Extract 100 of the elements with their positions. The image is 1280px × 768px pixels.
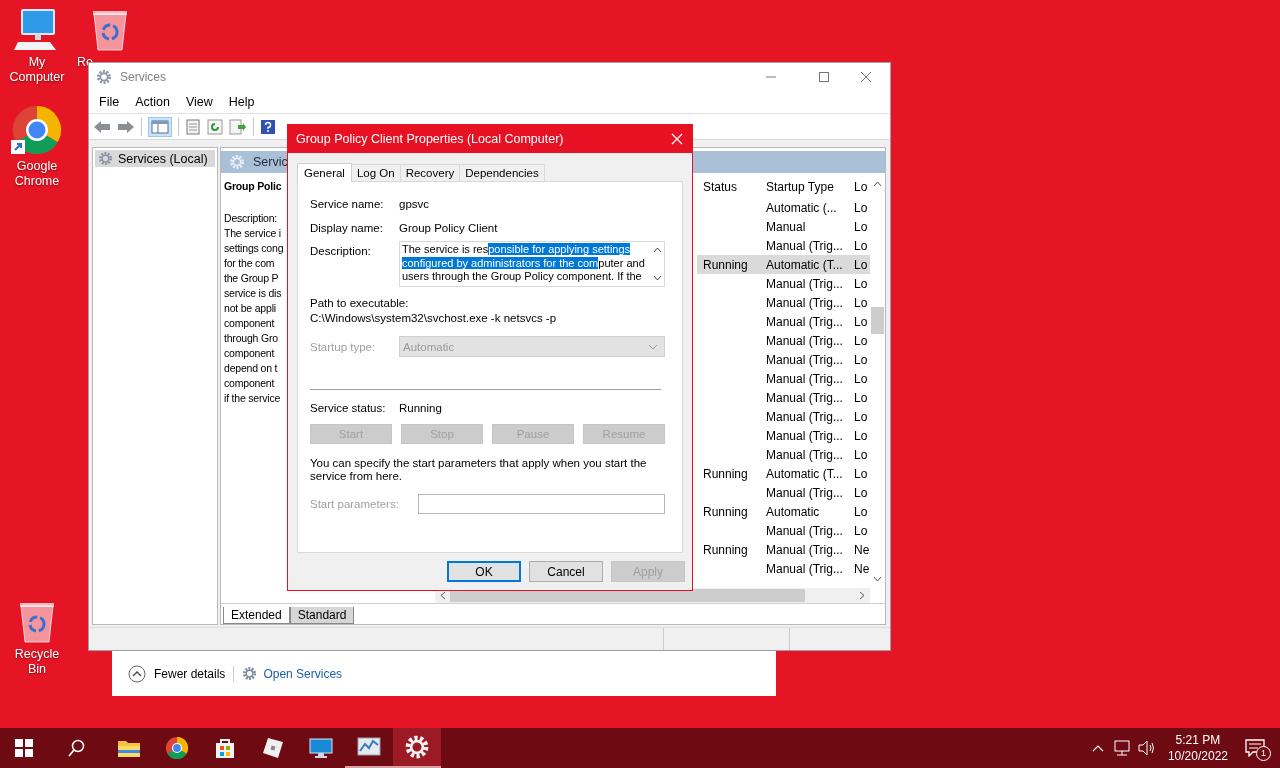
list-row[interactable]: Manual (Trig... Lo (697, 236, 870, 255)
fewer-details-button[interactable]: Fewer details (128, 664, 226, 683)
table-cell: Lo (854, 504, 868, 519)
monitor-icon[interactable] (309, 737, 333, 759)
field-label: Path to executable: (310, 297, 410, 309)
tree-item[interactable]: Services (Local) (95, 150, 215, 167)
export-icon[interactable] (229, 118, 247, 135)
dialog-button[interactable]: Cancel (529, 561, 603, 582)
table-cell: Manual (Trig... (766, 542, 843, 557)
gear-icon (229, 154, 245, 170)
scroll-down-icon[interactable] (652, 275, 662, 281)
recycle-bin-icon[interactable] (17, 600, 57, 644)
table-cell: Lo (854, 295, 868, 310)
view-tab[interactable]: Extended (223, 607, 290, 624)
field-label: Startup type: (310, 340, 377, 353)
list-row[interactable]: Manual (Trig... Lo (697, 293, 870, 312)
list-row[interactable]: Manual (Trig... Lo (697, 312, 870, 331)
list-row[interactable]: Running Manual (Trig... Ne (697, 540, 870, 559)
scroll-up-icon[interactable] (652, 247, 662, 253)
network-icon[interactable] (1113, 740, 1132, 756)
table-cell: Manual (Trig... (766, 428, 843, 443)
taskbar-button[interactable] (393, 728, 441, 768)
list-row[interactable]: Automatic (... Lo (697, 198, 870, 217)
back-arrow-icon[interactable] (93, 118, 111, 135)
chevron-up-icon[interactable] (1091, 744, 1104, 752)
volume-icon[interactable] (1137, 740, 1156, 756)
desktop-icon-label: My Computer (8, 55, 66, 85)
dialog-tab[interactable]: Recovery (399, 164, 461, 181)
description-line: service is dis (224, 286, 282, 301)
chart-window-icon[interactable] (356, 735, 382, 759)
menu-item[interactable]: File (93, 95, 126, 109)
list-row[interactable]: Manual (Trig... Lo (697, 521, 870, 540)
console-tree-toggle[interactable] (148, 116, 172, 137)
table-cell: Lo (854, 200, 868, 215)
description-line: for the com (224, 256, 275, 271)
menu-item[interactable]: View (179, 95, 219, 109)
scroll-right-icon[interactable] (859, 591, 865, 600)
table-cell: Lo (854, 523, 868, 538)
list-row[interactable]: Manual (Trig... Lo (697, 388, 870, 407)
list-row[interactable]: Manual (Trig... Lo (697, 445, 870, 464)
menu-item[interactable]: Help (222, 95, 261, 109)
column-header[interactable]: Lo (852, 180, 870, 194)
list-row[interactable]: Manual (Trig... Lo (697, 483, 870, 502)
scroll-thumb[interactable] (871, 307, 884, 334)
description-box[interactable]: The service is responsible for applying settings configured by administrators for the computer and users through the Group Policy component. If the (399, 241, 665, 287)
table-cell: Automatic (766, 504, 820, 519)
path-value: C:\Windows\system32\svchost.exe -k netsvcs -p (310, 312, 558, 324)
description-text: The service is responsible for applying settings configured by administrators for the computer and users through the Group Policy component. If the (401, 242, 646, 284)
start-icon[interactable] (15, 739, 33, 757)
description-line: component (224, 316, 275, 331)
forward-arrow-icon[interactable] (117, 118, 135, 135)
scroll-up-icon[interactable] (873, 181, 882, 187)
table-cell: Ne (854, 542, 870, 557)
notification-button[interactable]: 1 (1238, 728, 1272, 768)
help-icon[interactable] (260, 118, 276, 135)
column-header[interactable]: Startup Type (760, 180, 852, 194)
dialog-button[interactable]: OK (447, 561, 521, 582)
list-row[interactable]: Manual (Trig... Lo (697, 274, 870, 293)
refresh-icon[interactable] (207, 118, 223, 135)
view-tab[interactable]: Standard (289, 607, 355, 624)
desktop-icon-label: Recycle Bin (13, 647, 61, 677)
notification-icon (1245, 739, 1265, 757)
table-cell: Lo (854, 276, 868, 291)
list-row[interactable]: Manual (Trig... Lo (697, 331, 870, 350)
chrome-icon[interactable] (165, 736, 189, 760)
list-row[interactable]: Manual (Trig... Ne (697, 559, 870, 578)
maximize-icon[interactable] (818, 71, 830, 83)
list-row[interactable]: Manual (Trig... Lo (697, 407, 870, 426)
dialog-tab[interactable]: General (297, 163, 352, 182)
description-line: depend on t (224, 361, 278, 376)
table-cell: Manual (766, 219, 806, 234)
description-line: The service i (224, 226, 281, 241)
folder-icon[interactable] (117, 738, 141, 758)
store-bag-icon[interactable] (214, 737, 236, 759)
table-cell: Manual (Trig... (766, 561, 843, 576)
list-row[interactable]: Manual (Trig... Lo (697, 350, 870, 369)
list-row[interactable]: Running Automatic Lo (697, 502, 870, 521)
list-row[interactable]: Manual Lo (697, 217, 870, 236)
column-header[interactable]: Status (697, 180, 760, 194)
table-cell: Ne (854, 561, 870, 576)
recycle-bin-icon[interactable] (90, 8, 130, 52)
list-row[interactable]: Running Automatic (T... Lo (697, 464, 870, 483)
list-row[interactable]: Running Automatic (T... Lo (697, 255, 870, 274)
description-line: the Group P (224, 271, 279, 286)
search-icon[interactable] (68, 739, 86, 757)
menu-item[interactable]: Action (129, 95, 176, 109)
clock[interactable]: 5:21 PM 10/20/2022 (1167, 732, 1228, 764)
field-label: Service status: (310, 402, 387, 414)
list-row[interactable]: Manual (Trig... Lo (697, 369, 870, 388)
scroll-left-icon[interactable] (440, 591, 446, 600)
table-cell: Lo (854, 238, 868, 253)
dialog-tab[interactable]: Dependencies (459, 164, 545, 181)
dialog-tab[interactable]: Log On (350, 164, 401, 181)
close-icon[interactable] (860, 71, 872, 83)
scroll-down-icon[interactable] (873, 576, 882, 582)
notification-badge: 1 (1256, 746, 1271, 761)
list-row[interactable]: Manual (Trig... Lo (697, 426, 870, 445)
gear-icon (96, 69, 112, 85)
open-services-link[interactable]: Open Services (242, 666, 343, 681)
chrome-icon[interactable] (11, 104, 63, 156)
